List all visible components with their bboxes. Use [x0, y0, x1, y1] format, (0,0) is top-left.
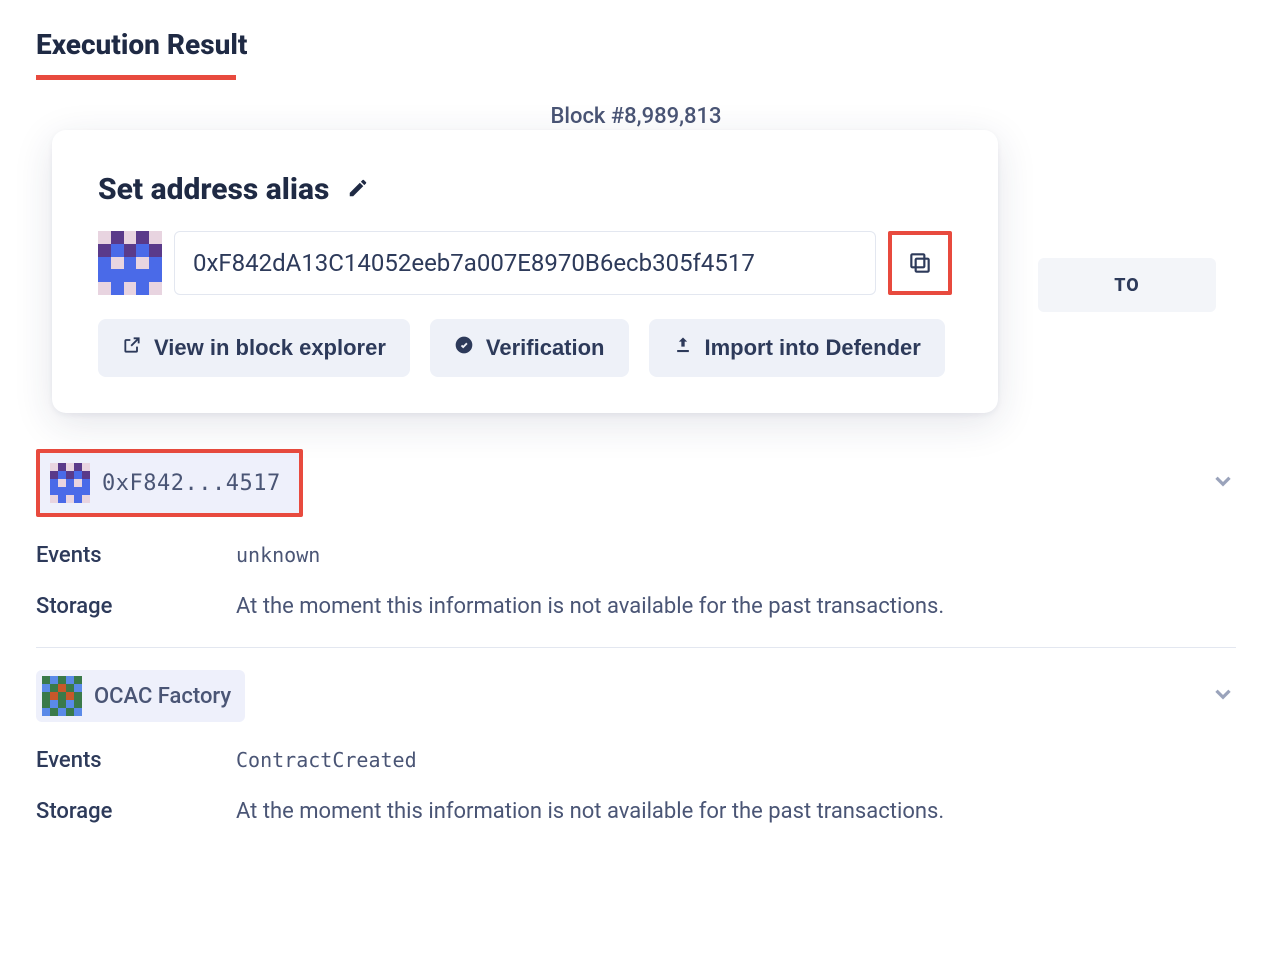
address-chip-label: OCAC Factory — [94, 684, 231, 709]
import-defender-label: Import into Defender — [705, 335, 921, 361]
import-defender-button[interactable]: Import into Defender — [649, 319, 945, 377]
address-alias-popover: Set address alias 0xF842dA13C14052eeb7a0… — [52, 130, 998, 413]
to-label: TO — [1038, 258, 1216, 312]
external-link-icon — [122, 335, 142, 361]
edit-icon[interactable] — [347, 177, 369, 203]
block-number: Block #8,989,813 — [36, 104, 1236, 129]
events-value: unknown — [236, 543, 320, 568]
address-chip-label: 0xF842...4517 — [102, 471, 281, 496]
upload-icon — [673, 335, 693, 361]
verification-label: Verification — [486, 335, 605, 361]
address-avatar — [98, 231, 162, 295]
verification-button[interactable]: Verification — [430, 319, 629, 377]
events-label: Events — [36, 748, 236, 773]
chevron-down-icon[interactable] — [1210, 681, 1236, 711]
address-chip[interactable]: 0xF842...4517 — [36, 449, 303, 517]
address-field[interactable]: 0xF842dA13C14052eeb7a007E8970B6ecb305f45… — [174, 231, 876, 295]
events-value: ContractCreated — [236, 748, 417, 773]
section-title: Execution Result — [36, 28, 247, 61]
check-circle-icon — [454, 335, 474, 361]
contract-entry: OCAC Factory Events ContractCreated Stor… — [36, 670, 1236, 852]
copy-address-button[interactable] — [888, 231, 952, 295]
address-chip[interactable]: OCAC Factory — [36, 670, 245, 722]
events-label: Events — [36, 543, 236, 568]
contract-entry: 0xF842...4517 Events unknown Storage At … — [36, 449, 1236, 648]
address-value: 0xF842dA13C14052eeb7a007E8970B6ecb305f45… — [193, 249, 755, 277]
chevron-down-icon[interactable] — [1210, 468, 1236, 498]
storage-value: At the moment this information is not av… — [236, 799, 944, 824]
title-underline — [36, 75, 236, 80]
address-chip-avatar — [50, 463, 90, 503]
view-in-explorer-label: View in block explorer — [154, 335, 386, 361]
view-in-explorer-button[interactable]: View in block explorer — [98, 319, 410, 377]
popover-title: Set address alias — [98, 172, 329, 207]
storage-label: Storage — [36, 799, 236, 824]
storage-value: At the moment this information is not av… — [236, 594, 944, 619]
address-chip-avatar — [42, 676, 82, 716]
storage-label: Storage — [36, 594, 236, 619]
